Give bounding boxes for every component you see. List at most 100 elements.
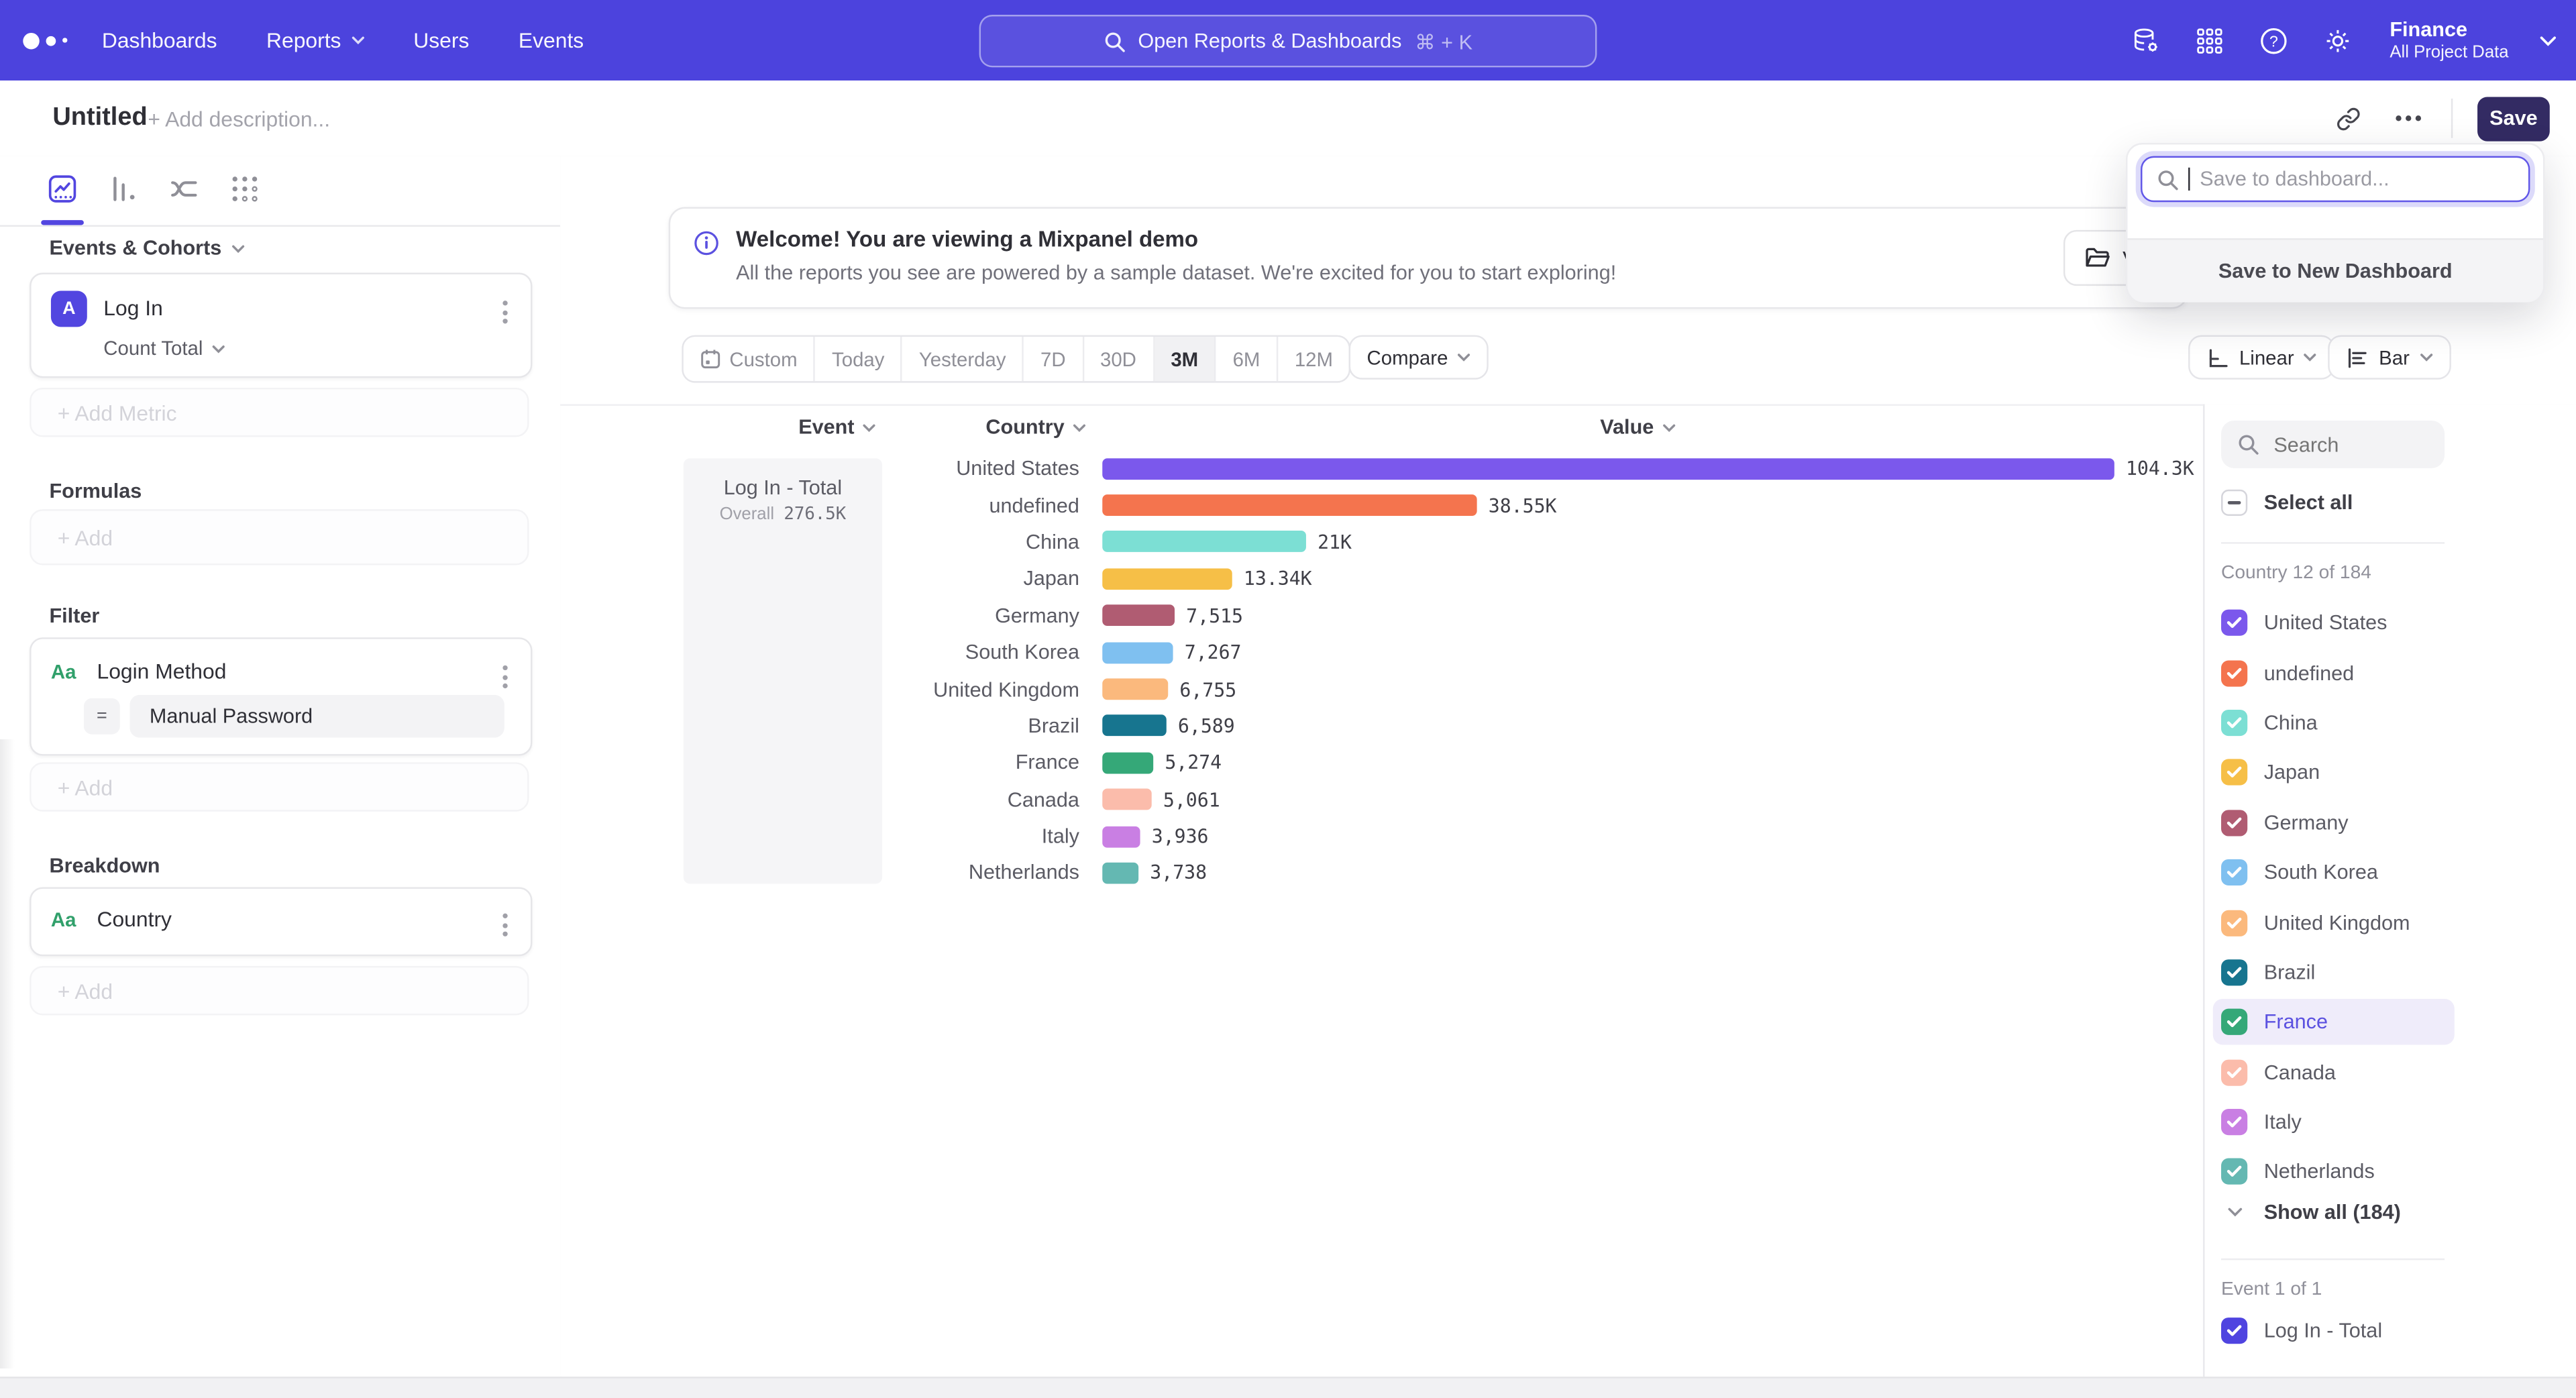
scale-selector-button[interactable]: Linear [2188,335,2335,380]
add-metric-button[interactable]: + Add Metric [30,388,529,437]
checkbox-checked[interactable] [2221,859,2247,885]
checkbox-checked[interactable] [2221,809,2247,835]
copy-link-icon[interactable] [2330,100,2366,136]
chart-bar[interactable] [1102,826,1140,847]
country-filter-item[interactable]: undefined [2221,650,2467,696]
checkbox-checked[interactable] [2221,1318,2247,1344]
data-management-icon[interactable] [2129,24,2161,57]
range-7d[interactable]: 7D [1024,337,1083,381]
column-header-country[interactable]: Country [985,416,1085,439]
metric-aggregation[interactable]: Count Total [103,337,224,360]
select-all-row[interactable]: Select all [2221,490,2353,516]
country-filter-item[interactable]: Japan [2221,749,2467,796]
show-all-toggle[interactable]: Show all (184) [2221,1201,2401,1224]
range-30d[interactable]: 30D [1083,337,1154,381]
checkbox-checked[interactable] [2221,959,2247,985]
range-12m[interactable]: 12M [1278,337,1349,381]
global-search-button[interactable]: Open Reports & Dashboards ⌘ + K [979,15,1597,67]
checkbox-checked[interactable] [2221,659,2247,686]
chart-bar[interactable] [1102,494,1477,516]
save-button[interactable]: Save [2477,96,2550,140]
chart-row-label: China [908,531,1079,553]
event-filter-item[interactable]: Log In - Total [2221,1318,2382,1344]
country-filter-item[interactable]: United Kingdom [2221,900,2467,946]
metric-card[interactable]: A Log In Count Total [30,273,532,378]
filter-card[interactable]: Aa Login Method = Manual Password [30,637,532,755]
nav-item-dashboards[interactable]: Dashboards [102,28,217,53]
nav-item-events[interactable]: Events [519,28,584,53]
chart-bar[interactable] [1102,715,1167,737]
range-custom[interactable]: Custom [684,337,816,381]
add-description-field[interactable]: + Add description... [148,107,330,131]
chart-type-button[interactable]: Bar [2328,335,2451,380]
country-filter-item[interactable]: United States [2221,600,2467,646]
column-header-event[interactable]: Event [798,416,875,439]
nav-item-users[interactable]: Users [413,28,469,53]
tab-flows[interactable] [168,172,201,205]
more-options-icon[interactable] [2390,100,2426,136]
chart-bar[interactable] [1102,789,1151,810]
event-summary-cell[interactable]: Log In - Total Overall 276.5K [684,458,882,883]
series-search-field[interactable] [2221,421,2445,468]
country-filter-item[interactable]: Canada [2221,1049,2467,1095]
help-icon[interactable]: ? [2257,24,2290,57]
breakdown-card[interactable]: Aa Country [30,887,532,956]
range-3m-active[interactable]: 3M [1155,337,1216,381]
chart-bar[interactable] [1102,605,1175,627]
metric-kebab-icon[interactable] [496,294,515,330]
range-yesterday[interactable]: Yesterday [902,337,1024,381]
nav-item-reports[interactable]: Reports [266,28,364,53]
checkbox-checked[interactable] [2221,1009,2247,1035]
breakdown-kebab-icon[interactable] [496,907,515,943]
chart-bar[interactable] [1102,458,2114,480]
chart-bar[interactable] [1102,531,1306,553]
chart-bar[interactable] [1102,642,1173,663]
chart-bar[interactable] [1102,568,1232,590]
checkbox-checked[interactable] [2221,1159,2247,1185]
series-search-input[interactable] [2270,431,2432,458]
country-filter-item[interactable]: Italy [2221,1098,2467,1144]
checkbox-checked[interactable] [2221,610,2247,636]
chart-bar[interactable] [1102,679,1168,700]
save-dashboard-search-input[interactable]: Save to dashboard... [2141,156,2530,203]
add-formula-button[interactable]: + Add [30,509,529,565]
chart-bar[interactable] [1102,752,1153,773]
breakdown-property[interactable]: Country [97,907,172,932]
checkbox-checked[interactable] [2221,1059,2247,1085]
add-filter-button[interactable]: + Add [30,762,529,811]
project-switcher[interactable]: Finance All Project Data [2390,19,2508,62]
report-title[interactable]: Untitled [52,103,147,133]
range-today[interactable]: Today [816,337,903,381]
chart-row-label: Germany [908,604,1079,627]
events-cohorts-header[interactable]: Events & Cohorts [49,237,244,260]
add-breakdown-button[interactable]: + Add [30,966,529,1015]
filter-property[interactable]: Login Method [97,659,226,684]
settings-gear-icon[interactable] [2320,24,2353,57]
range-6m[interactable]: 6M [1216,337,1278,381]
tab-retention[interactable] [228,172,261,205]
save-to-new-dashboard-button[interactable]: Save to New Dashboard [2127,238,2543,303]
filter-kebab-icon[interactable] [496,659,515,695]
select-all-checkbox-indeterminate[interactable] [2221,490,2247,516]
filter-operator[interactable]: = [84,698,120,735]
apps-grid-icon[interactable] [2192,24,2225,57]
checkbox-checked[interactable] [2221,1108,2247,1134]
country-filter-item[interactable]: Netherlands [2221,1148,2467,1195]
country-filter-item[interactable]: Germany [2221,799,2467,845]
compare-button[interactable]: Compare [1349,335,1489,380]
country-filter-item-selected[interactable]: France [2213,999,2455,1045]
tab-funnels[interactable] [107,172,140,205]
chart-bar[interactable] [1102,863,1138,884]
project-chevron-down-icon[interactable] [2540,36,2556,46]
country-filter-item[interactable]: China [2221,700,2467,746]
checkbox-checked[interactable] [2221,710,2247,736]
filter-value[interactable]: Manual Password [129,695,504,738]
checkbox-checked[interactable] [2221,910,2247,936]
country-filter-item[interactable]: South Korea [2221,849,2467,896]
country-filter-item[interactable]: Brazil [2221,949,2467,995]
tab-insights[interactable] [46,172,79,205]
checkbox-checked[interactable] [2221,759,2247,785]
metric-event-name[interactable]: Log In [103,296,163,321]
mixpanel-logo-icon[interactable] [23,0,67,80]
column-header-value[interactable]: Value [1600,416,1675,439]
